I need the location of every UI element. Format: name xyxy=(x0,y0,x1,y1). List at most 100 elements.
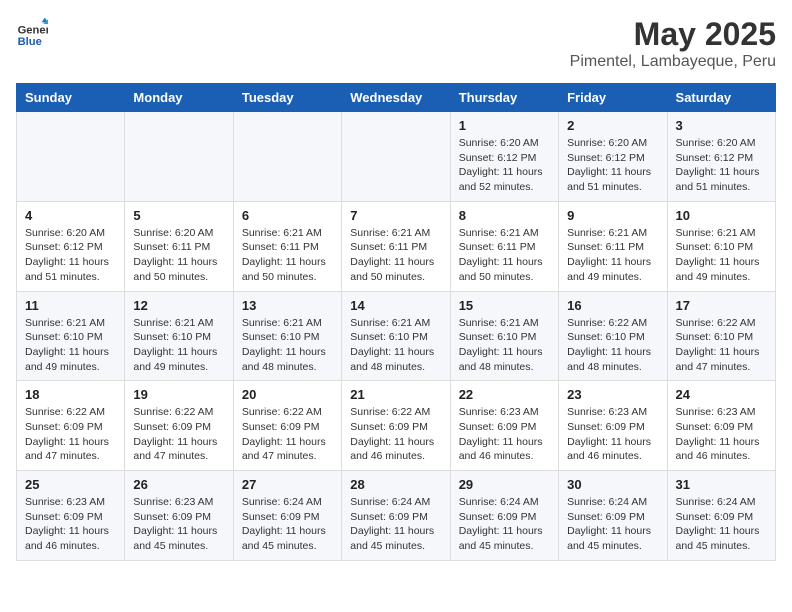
svg-text:General: General xyxy=(18,25,48,37)
table-row: 26 Sunrise: 6:23 AM Sunset: 6:09 PM Dayli… xyxy=(125,471,233,561)
day-number: 16 xyxy=(567,298,658,313)
calendar-table: Sunday Monday Tuesday Wednesday Thursday… xyxy=(16,83,776,561)
day-number: 28 xyxy=(350,477,441,492)
day-number: 24 xyxy=(676,387,767,402)
day-info: Sunrise: 6:21 AM Sunset: 6:10 PM Dayligh… xyxy=(242,316,333,375)
day-number: 30 xyxy=(567,477,658,492)
day-info: Sunrise: 6:24 AM Sunset: 6:09 PM Dayligh… xyxy=(459,495,550,554)
day-number: 2 xyxy=(567,118,658,133)
table-row: 2Sunrise: 6:20 AM Sunset: 6:12 PM Daylig… xyxy=(559,112,667,202)
page-title: May 2025 xyxy=(570,16,776,53)
table-row: 30 Sunrise: 6:24 AM Sunset: 6:09 PM Dayli… xyxy=(559,471,667,561)
table-row: 3 Sunrise: 6:20 AM Sunset: 6:12 PM Daylig… xyxy=(667,112,775,202)
day-number: 23 xyxy=(567,387,658,402)
table-row: 24 Sunrise: 6:23 AM Sunset: 6:09 PM Dayli… xyxy=(667,381,775,471)
day-number: 4 xyxy=(25,208,116,223)
day-number: 7 xyxy=(350,208,441,223)
col-monday: Monday xyxy=(125,84,233,112)
table-row: 13Sunrise: 6:21 AM Sunset: 6:10 PM Dayli… xyxy=(233,291,341,381)
table-row: 20 Sunrise: 6:22 AM Sunset: 6:09 PM Dayli… xyxy=(233,381,341,471)
day-info: Sunrise: 6:24 AM Sunset: 6:09 PM Dayligh… xyxy=(242,495,333,554)
day-info: Sunrise: 6:23 AM Sunset: 6:09 PM Dayligh… xyxy=(567,405,658,464)
day-number: 22 xyxy=(459,387,550,402)
day-number: 25 xyxy=(25,477,116,492)
day-number: 8 xyxy=(459,208,550,223)
col-tuesday: Tuesday xyxy=(233,84,341,112)
table-row xyxy=(17,112,125,202)
table-row: 7 Sunrise: 6:21 AM Sunset: 6:11 PM Daylig… xyxy=(342,201,450,291)
day-info: Sunrise: 6:23 AM Sunset: 6:09 PM Dayligh… xyxy=(133,495,224,554)
day-number: 29 xyxy=(459,477,550,492)
day-number: 3 xyxy=(676,118,767,133)
day-info: Sunrise: 6:21 AM Sunset: 6:10 PM Dayligh… xyxy=(25,316,116,375)
day-info: Sunrise: 6:21 AM Sunset: 6:11 PM Dayligh… xyxy=(350,226,441,285)
day-info: Sunrise: 6:20 AM Sunset: 6:12 PM Dayligh… xyxy=(25,226,116,285)
table-row: 6Sunrise: 6:21 AM Sunset: 6:11 PM Daylig… xyxy=(233,201,341,291)
day-number: 9 xyxy=(567,208,658,223)
table-row: 29 Sunrise: 6:24 AM Sunset: 6:09 PM Dayli… xyxy=(450,471,558,561)
calendar-week-row: 25 Sunrise: 6:23 AM Sunset: 6:09 PM Dayli… xyxy=(17,471,776,561)
calendar-header-row: Sunday Monday Tuesday Wednesday Thursday… xyxy=(17,84,776,112)
table-row: 11Sunrise: 6:21 AM Sunset: 6:10 PM Dayli… xyxy=(17,291,125,381)
logo: General Blue xyxy=(16,16,48,48)
day-number: 20 xyxy=(242,387,333,402)
title-block: May 2025 Pimentel, Lambayeque, Peru xyxy=(570,16,776,71)
day-info: Sunrise: 6:20 AM Sunset: 6:12 PM Dayligh… xyxy=(676,136,767,195)
day-info: Sunrise: 6:21 AM Sunset: 6:11 PM Dayligh… xyxy=(459,226,550,285)
day-number: 21 xyxy=(350,387,441,402)
day-info: Sunrise: 6:21 AM Sunset: 6:10 PM Dayligh… xyxy=(133,316,224,375)
table-row xyxy=(233,112,341,202)
table-row: 4 Sunrise: 6:20 AM Sunset: 6:12 PM Daylig… xyxy=(17,201,125,291)
col-sunday: Sunday xyxy=(17,84,125,112)
table-row xyxy=(125,112,233,202)
col-thursday: Thursday xyxy=(450,84,558,112)
day-number: 1 xyxy=(459,118,550,133)
logo-icon: General Blue xyxy=(16,16,48,48)
day-number: 27 xyxy=(242,477,333,492)
calendar-week-row: 18Sunrise: 6:22 AM Sunset: 6:09 PM Dayli… xyxy=(17,381,776,471)
day-info: Sunrise: 6:21 AM Sunset: 6:10 PM Dayligh… xyxy=(459,316,550,375)
day-info: Sunrise: 6:24 AM Sunset: 6:09 PM Dayligh… xyxy=(567,495,658,554)
day-info: Sunrise: 6:23 AM Sunset: 6:09 PM Dayligh… xyxy=(25,495,116,554)
day-number: 6 xyxy=(242,208,333,223)
table-row: 25 Sunrise: 6:23 AM Sunset: 6:09 PM Dayli… xyxy=(17,471,125,561)
table-row: 23 Sunrise: 6:23 AM Sunset: 6:09 PM Dayli… xyxy=(559,381,667,471)
table-row: 5 Sunrise: 6:20 AM Sunset: 6:11 PM Daylig… xyxy=(125,201,233,291)
table-row: 18Sunrise: 6:22 AM Sunset: 6:09 PM Dayli… xyxy=(17,381,125,471)
svg-text:Blue: Blue xyxy=(18,36,42,48)
table-row: 28 Sunrise: 6:24 AM Sunset: 6:09 PM Dayli… xyxy=(342,471,450,561)
col-wednesday: Wednesday xyxy=(342,84,450,112)
table-row: 17 Sunrise: 6:22 AM Sunset: 6:10 PM Dayli… xyxy=(667,291,775,381)
day-number: 12 xyxy=(133,298,224,313)
day-number: 17 xyxy=(676,298,767,313)
day-info: Sunrise: 6:24 AM Sunset: 6:09 PM Dayligh… xyxy=(676,495,767,554)
table-row: 31 Sunrise: 6:24 AM Sunset: 6:09 PM Dayli… xyxy=(667,471,775,561)
day-info: Sunrise: 6:23 AM Sunset: 6:09 PM Dayligh… xyxy=(676,405,767,464)
table-row: 22Sunrise: 6:23 AM Sunset: 6:09 PM Dayli… xyxy=(450,381,558,471)
table-row xyxy=(342,112,450,202)
col-friday: Friday xyxy=(559,84,667,112)
table-row: 21Sunrise: 6:22 AM Sunset: 6:09 PM Dayli… xyxy=(342,381,450,471)
table-row: 10Sunrise: 6:21 AM Sunset: 6:10 PM Dayli… xyxy=(667,201,775,291)
day-info: Sunrise: 6:21 AM Sunset: 6:10 PM Dayligh… xyxy=(350,316,441,375)
day-info: Sunrise: 6:21 AM Sunset: 6:11 PM Dayligh… xyxy=(567,226,658,285)
day-number: 31 xyxy=(676,477,767,492)
day-info: Sunrise: 6:24 AM Sunset: 6:09 PM Dayligh… xyxy=(350,495,441,554)
day-number: 26 xyxy=(133,477,224,492)
page-header: General Blue May 2025 Pimentel, Lambayeq… xyxy=(16,16,776,71)
calendar-week-row: 11Sunrise: 6:21 AM Sunset: 6:10 PM Dayli… xyxy=(17,291,776,381)
table-row: 27 Sunrise: 6:24 AM Sunset: 6:09 PM Dayli… xyxy=(233,471,341,561)
day-info: Sunrise: 6:22 AM Sunset: 6:09 PM Dayligh… xyxy=(25,405,116,464)
day-info: Sunrise: 6:22 AM Sunset: 6:09 PM Dayligh… xyxy=(242,405,333,464)
day-info: Sunrise: 6:20 AM Sunset: 6:11 PM Dayligh… xyxy=(133,226,224,285)
day-number: 15 xyxy=(459,298,550,313)
table-row: 15 Sunrise: 6:21 AM Sunset: 6:10 PM Dayli… xyxy=(450,291,558,381)
table-row: 14Sunrise: 6:21 AM Sunset: 6:10 PM Dayli… xyxy=(342,291,450,381)
table-row: 8 Sunrise: 6:21 AM Sunset: 6:11 PM Daylig… xyxy=(450,201,558,291)
page-subtitle: Pimentel, Lambayeque, Peru xyxy=(570,53,776,71)
table-row: 19Sunrise: 6:22 AM Sunset: 6:09 PM Dayli… xyxy=(125,381,233,471)
calendar-week-row: 1 Sunrise: 6:20 AM Sunset: 6:12 PM Daylig… xyxy=(17,112,776,202)
table-row: 1Sunrise: 6:20 AM Sunset: 6:12 PM Daylig… xyxy=(450,112,558,202)
day-number: 5 xyxy=(133,208,224,223)
day-info: Sunrise: 6:22 AM Sunset: 6:10 PM Dayligh… xyxy=(676,316,767,375)
